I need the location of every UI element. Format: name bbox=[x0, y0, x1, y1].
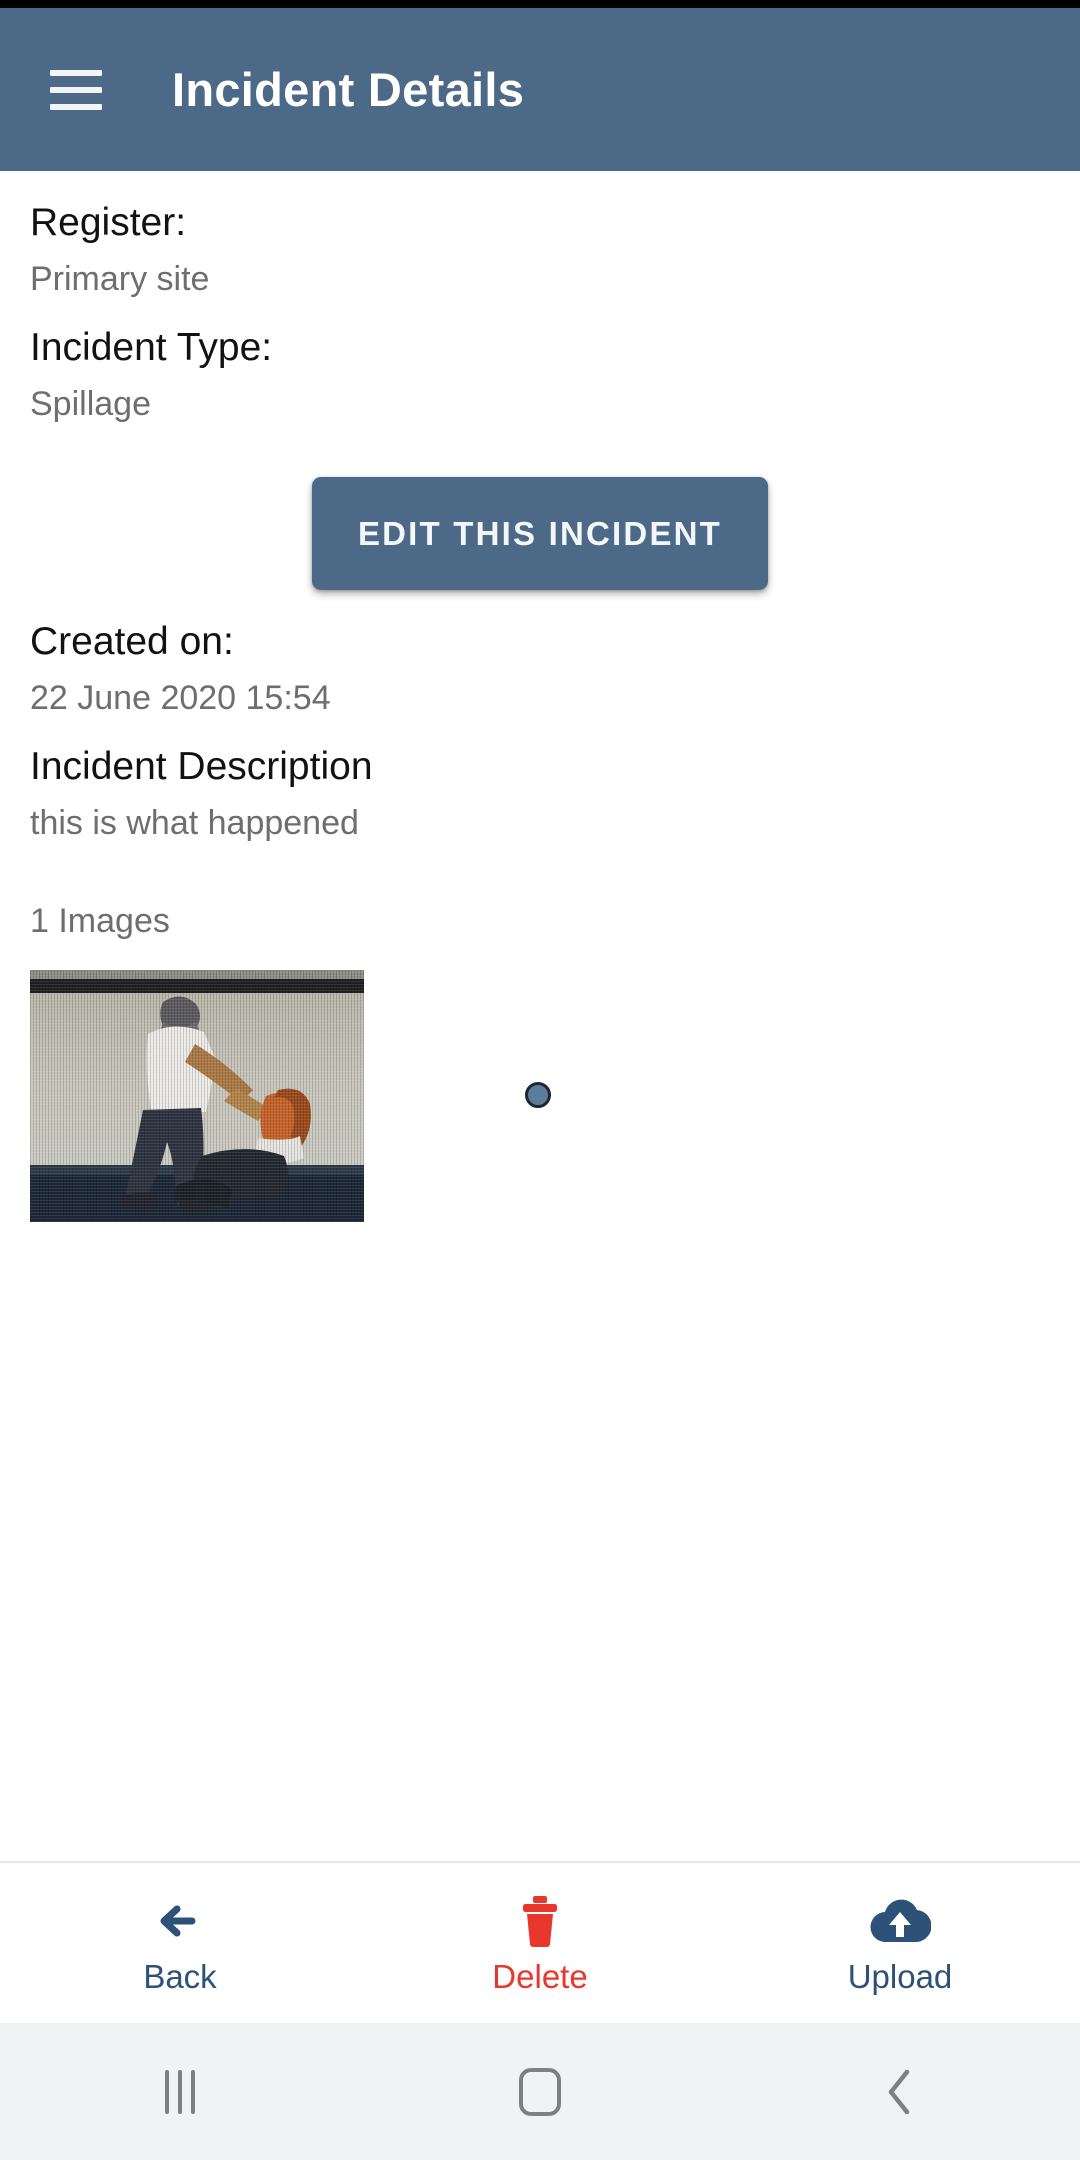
bottom-action-bar: Back Delete Upload bbox=[0, 1861, 1080, 2023]
incident-photo-thumbnail[interactable] bbox=[30, 970, 364, 1222]
system-navigation-bar bbox=[0, 2023, 1080, 2160]
field-value: 22 June 2020 15:54 bbox=[30, 679, 331, 717]
recents-bar bbox=[165, 2069, 169, 2114]
home-icon bbox=[519, 2067, 561, 2116]
edit-this-incident-button[interactable]: EDIT THIS INCIDENT bbox=[311, 477, 769, 590]
recents-bar bbox=[191, 2069, 195, 2114]
field-label: Created on: bbox=[30, 620, 234, 663]
hamburger-bar bbox=[50, 69, 102, 76]
edit-button-container: EDIT THIS INCIDENT bbox=[0, 477, 1080, 590]
upload-label: Upload bbox=[847, 1957, 953, 1995]
status-bar bbox=[0, 0, 1080, 8]
hamburger-menu-icon[interactable] bbox=[50, 69, 102, 110]
system-recents-button[interactable] bbox=[0, 2069, 360, 2114]
chevron-left-icon bbox=[888, 2069, 910, 2114]
page-title: Incident Details bbox=[172, 63, 525, 116]
field-label: Register: bbox=[30, 201, 187, 244]
field-register: Register: Primary site bbox=[0, 171, 1080, 296]
field-value: Spillage bbox=[30, 385, 151, 423]
image-gallery bbox=[0, 970, 1080, 1228]
system-home-button[interactable] bbox=[360, 2067, 720, 2116]
upload-button[interactable]: Upload bbox=[720, 1894, 1080, 1993]
hamburger-bar bbox=[50, 103, 102, 110]
hamburger-bar bbox=[50, 86, 102, 93]
trash-icon bbox=[515, 1894, 565, 1948]
cloud-upload-icon bbox=[869, 1894, 931, 1948]
field-value: Primary site bbox=[30, 260, 210, 298]
field-value: this is what happened bbox=[30, 804, 359, 842]
incident-details-content: Register: Primary site Incident Type: Sp… bbox=[0, 171, 1080, 1863]
delete-button[interactable]: Delete bbox=[360, 1894, 720, 1993]
field-incident-description: Incident Description this is what happen… bbox=[0, 715, 1080, 840]
recents-bar bbox=[178, 2069, 182, 2114]
delete-label: Delete bbox=[492, 1957, 588, 1995]
app-bar: Incident Details bbox=[0, 8, 1080, 177]
gallery-page-indicator[interactable] bbox=[525, 1082, 551, 1108]
field-incident-type: Incident Type: Spillage bbox=[0, 296, 1080, 421]
field-label: Incident Type: bbox=[30, 326, 273, 369]
incident-photo-image bbox=[30, 970, 364, 1222]
image-count-label: 1 Images bbox=[30, 902, 170, 940]
field-label: Incident Description bbox=[30, 745, 373, 788]
recents-icon bbox=[165, 2069, 195, 2114]
back-label: Back bbox=[143, 1957, 217, 1995]
system-back-button[interactable] bbox=[720, 2066, 1080, 2118]
arrow-left-icon bbox=[152, 1894, 208, 1948]
back-button[interactable]: Back bbox=[0, 1894, 360, 1993]
field-created-on: Created on: 22 June 2020 15:54 bbox=[0, 590, 1080, 715]
